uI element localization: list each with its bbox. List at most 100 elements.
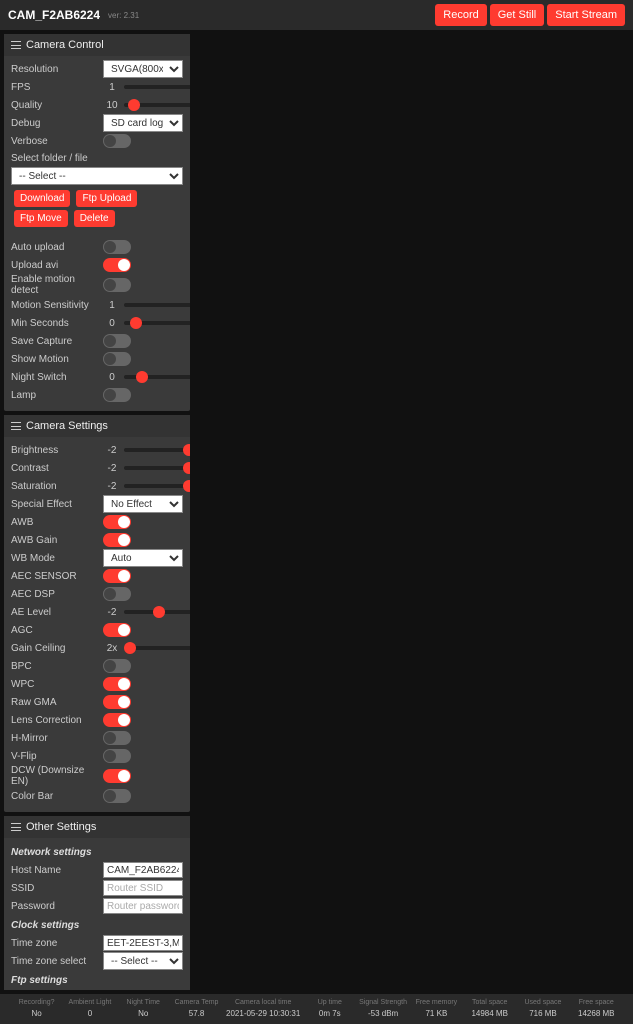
version-label: ver: 2.31 bbox=[108, 11, 139, 20]
host-name-input[interactable] bbox=[103, 862, 183, 878]
aec-sensor-toggle[interactable] bbox=[103, 569, 131, 583]
quality-slider[interactable] bbox=[124, 103, 190, 107]
night-switch-label: Night Switch bbox=[11, 372, 103, 383]
h-mirror-toggle[interactable] bbox=[103, 731, 131, 745]
wpc-toggle[interactable] bbox=[103, 677, 131, 691]
ftp-settings-heading: Ftp settings bbox=[11, 970, 183, 989]
camera-settings-panel: Camera Settings Brightness -22 Contrast … bbox=[4, 415, 190, 812]
status-night: Night TimeNo bbox=[117, 999, 170, 1019]
status-total-space: Total space14984 MB bbox=[463, 999, 516, 1019]
auto-upload-label: Auto upload bbox=[11, 242, 103, 253]
contrast-label: Contrast bbox=[11, 463, 103, 474]
saturation-label: Saturation bbox=[11, 481, 103, 492]
get-still-button[interactable]: Get Still bbox=[490, 4, 545, 26]
verbose-toggle[interactable] bbox=[103, 134, 131, 148]
enable-motion-label: Enable motion detect bbox=[11, 274, 103, 296]
folder-select[interactable]: -- Select -- bbox=[11, 167, 183, 185]
fps-slider[interactable] bbox=[124, 85, 190, 89]
awb-gain-label: AWB Gain bbox=[11, 535, 103, 546]
resolution-label: Resolution bbox=[11, 64, 103, 75]
time-zone-select[interactable]: -- Select -- bbox=[103, 952, 183, 970]
ae-level-label: AE Level bbox=[11, 607, 103, 618]
auto-upload-toggle[interactable] bbox=[103, 240, 131, 254]
other-settings-title: Other Settings bbox=[26, 821, 96, 833]
wpc-label: WPC bbox=[11, 679, 103, 690]
fps-label: FPS bbox=[11, 82, 103, 93]
save-capture-toggle[interactable] bbox=[103, 334, 131, 348]
upload-avi-label: Upload avi bbox=[11, 260, 103, 271]
raw-gma-label: Raw GMA bbox=[11, 697, 103, 708]
show-motion-label: Show Motion bbox=[11, 354, 103, 365]
awb-label: AWB bbox=[11, 517, 103, 528]
bpc-toggle[interactable] bbox=[103, 659, 131, 673]
dcw-toggle[interactable] bbox=[103, 769, 131, 783]
awb-toggle[interactable] bbox=[103, 515, 131, 529]
v-flip-toggle[interactable] bbox=[103, 749, 131, 763]
status-local-time: Camera local time2021-05-29 10:30:31 bbox=[223, 999, 303, 1019]
special-effect-select[interactable]: No Effect bbox=[103, 495, 183, 513]
contrast-slider[interactable] bbox=[124, 466, 190, 470]
color-bar-toggle[interactable] bbox=[103, 789, 131, 803]
status-recording: Recording?No bbox=[10, 999, 63, 1019]
status-footer: Recording?No Ambient Light0 Night TimeNo… bbox=[0, 994, 633, 1024]
awb-gain-toggle[interactable] bbox=[103, 533, 131, 547]
raw-gma-toggle[interactable] bbox=[103, 695, 131, 709]
enable-motion-toggle[interactable] bbox=[103, 278, 131, 292]
ssid-input[interactable] bbox=[103, 880, 183, 896]
gain-ceiling-slider[interactable] bbox=[124, 646, 190, 650]
camera-name: CAM_F2AB6224 bbox=[8, 8, 100, 22]
lens-correction-toggle[interactable] bbox=[103, 713, 131, 727]
lamp-toggle[interactable] bbox=[103, 388, 131, 402]
motion-sensitivity-slider[interactable] bbox=[124, 303, 190, 307]
record-button[interactable]: Record bbox=[435, 4, 486, 26]
aec-dsp-label: AEC DSP bbox=[11, 589, 103, 600]
verbose-label: Verbose bbox=[11, 136, 103, 147]
time-zone-input[interactable] bbox=[103, 935, 183, 951]
time-zone-label: Time zone bbox=[11, 938, 103, 949]
h-mirror-label: H-Mirror bbox=[11, 733, 103, 744]
password-label: Password bbox=[11, 901, 103, 912]
show-motion-toggle[interactable] bbox=[103, 352, 131, 366]
header-bar: CAM_F2AB6224 ver: 2.31 Record Get Still … bbox=[0, 0, 633, 30]
brightness-slider[interactable] bbox=[124, 448, 190, 452]
saturation-slider[interactable] bbox=[124, 484, 190, 488]
other-settings-header[interactable]: Other Settings bbox=[4, 816, 190, 838]
ae-level-slider[interactable] bbox=[124, 610, 190, 614]
agc-label: AGC bbox=[11, 625, 103, 636]
night-switch-slider[interactable] bbox=[124, 375, 190, 379]
lamp-label: Lamp bbox=[11, 390, 103, 401]
wb-mode-label: WB Mode bbox=[11, 553, 103, 564]
motion-sensitivity-label: Motion Sensitivity bbox=[11, 300, 103, 311]
fps-min: 1 bbox=[103, 82, 121, 93]
network-settings-heading: Network settings bbox=[11, 842, 183, 861]
camera-control-title: Camera Control bbox=[26, 39, 104, 51]
delete-button[interactable]: Delete bbox=[74, 210, 115, 227]
start-stream-button[interactable]: Start Stream bbox=[547, 4, 625, 26]
debug-select[interactable]: SD card log.txt bbox=[103, 114, 183, 132]
wb-mode-select[interactable]: Auto bbox=[103, 549, 183, 567]
ftp-move-button[interactable]: Ftp Move bbox=[14, 210, 68, 227]
lens-correction-label: Lens Correction bbox=[11, 715, 103, 726]
camera-settings-header[interactable]: Camera Settings bbox=[4, 415, 190, 437]
gain-ceiling-label: Gain Ceiling bbox=[11, 643, 103, 654]
status-uptime: Up time0m 7s bbox=[303, 999, 356, 1019]
status-free-mem: Free memory71 KB bbox=[410, 999, 463, 1019]
upload-avi-toggle[interactable] bbox=[103, 258, 131, 272]
special-effect-label: Special Effect bbox=[11, 499, 103, 510]
agc-toggle[interactable] bbox=[103, 623, 131, 637]
resolution-select[interactable]: SVGA(800x600) bbox=[103, 60, 183, 78]
camera-control-header[interactable]: Camera Control bbox=[4, 34, 190, 56]
color-bar-label: Color Bar bbox=[11, 791, 103, 802]
min-seconds-slider[interactable] bbox=[124, 321, 190, 325]
other-settings-panel: Other Settings Network settings Host Nam… bbox=[4, 816, 190, 990]
hamburger-icon bbox=[11, 422, 21, 430]
save-capture-label: Save Capture bbox=[11, 336, 103, 347]
password-input[interactable] bbox=[103, 898, 183, 914]
download-button[interactable]: Download bbox=[14, 190, 70, 207]
status-free-space: Free space14268 MB bbox=[570, 999, 623, 1019]
min-seconds-label: Min Seconds bbox=[11, 318, 103, 329]
ftp-upload-button[interactable]: Ftp Upload bbox=[76, 190, 137, 207]
status-used-space: Used space716 MB bbox=[516, 999, 569, 1019]
aec-dsp-toggle[interactable] bbox=[103, 587, 131, 601]
settings-sidebar: Camera Control Resolution SVGA(800x600) … bbox=[4, 34, 190, 990]
